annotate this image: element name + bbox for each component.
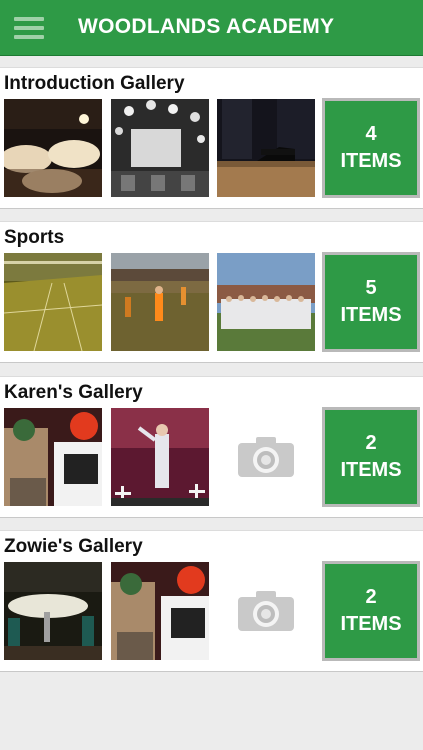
items-count-button[interactable]: 2 ITEMS — [322, 561, 420, 661]
gallery-title: Karen's Gallery — [4, 382, 143, 403]
gallery-thumbnail[interactable] — [4, 562, 102, 660]
gallery-thumbnail[interactable] — [111, 408, 209, 506]
gallery-thumbnail[interactable] — [4, 253, 102, 351]
items-count-button[interactable]: 4 ITEMS — [322, 98, 420, 198]
items-count-button[interactable]: 2 ITEMS — [322, 407, 420, 507]
items-count: 2 — [365, 432, 377, 454]
gallery-section[interactable]: Introduction Gallery 4 ITEMS — [0, 67, 423, 209]
gallery-thumbnail[interactable] — [4, 408, 102, 506]
items-unit: ITEMS — [340, 459, 402, 481]
gallery-thumbnail[interactable] — [217, 253, 315, 351]
gallery-section[interactable]: Karen's Gallery 2 ITEMS — [0, 376, 423, 518]
items-unit: ITEMS — [340, 304, 402, 326]
gallery-thumbnail[interactable] — [217, 99, 315, 197]
camera-placeholder-icon — [217, 408, 315, 506]
items-count: 5 — [365, 277, 377, 299]
gallery-section[interactable]: Zowie's Gallery 2 ITEMS — [0, 530, 423, 672]
items-count-button[interactable]: 5 ITEMS — [322, 252, 420, 352]
items-count: 4 — [365, 123, 377, 145]
gallery-section[interactable]: Sports 5 ITEMS — [0, 221, 423, 363]
gallery-title: Sports — [4, 227, 65, 248]
gallery-title: Introduction Gallery — [4, 73, 185, 94]
gallery-title: Zowie's Gallery — [4, 536, 143, 557]
hamburger-icon[interactable] — [14, 17, 44, 41]
gallery-thumbnail[interactable] — [111, 253, 209, 351]
gallery-thumbnail[interactable] — [4, 99, 102, 197]
items-count: 2 — [365, 586, 377, 608]
gallery-thumbnail[interactable] — [111, 99, 209, 197]
gallery-thumbnail[interactable] — [111, 562, 209, 660]
items-unit: ITEMS — [340, 613, 402, 635]
camera-placeholder-icon — [217, 562, 315, 660]
items-unit: ITEMS — [340, 150, 402, 172]
top-app-bar: WOODLANDS ACADEMY — [0, 0, 423, 56]
app-title: WOODLANDS ACADEMY — [78, 15, 335, 38]
